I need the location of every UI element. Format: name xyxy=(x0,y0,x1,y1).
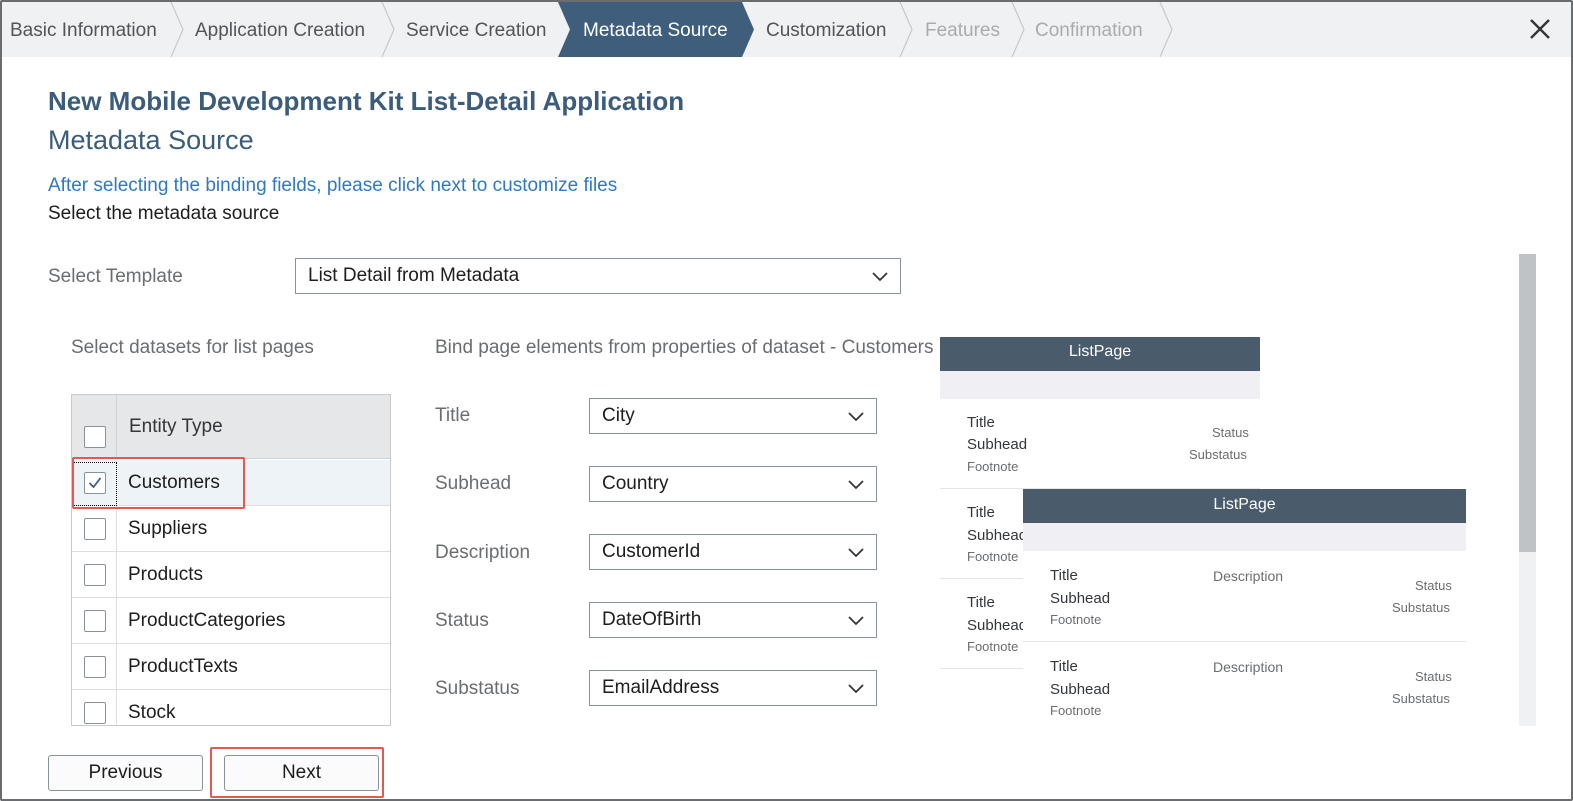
select-all-checkbox[interactable] xyxy=(84,426,106,448)
preview-item-subhead: Subhead xyxy=(1050,681,1111,698)
template-select[interactable]: List Detail from Metadata xyxy=(295,258,901,294)
preview-item-subhead: Subhead xyxy=(967,617,1028,634)
description-select[interactable]: CustomerId xyxy=(589,534,877,570)
row-label: Stock xyxy=(128,702,176,723)
chevron-down-icon xyxy=(848,480,864,490)
step-basic-information[interactable]: Basic Information xyxy=(10,2,157,57)
step-separator xyxy=(1011,2,1025,57)
preview-item-title: Title xyxy=(967,414,995,431)
datasets-label: Select datasets for list pages xyxy=(71,337,314,358)
substatus-select[interactable]: EmailAddress xyxy=(589,670,877,706)
step-application-creation[interactable]: Application Creation xyxy=(195,2,365,57)
field-label-status: Status xyxy=(435,610,489,631)
status-select-value: DateOfBirth xyxy=(602,609,702,630)
subhead-select-value: Country xyxy=(602,473,669,494)
field-label-title: Title xyxy=(435,405,471,426)
bindings-label: Bind page elements from properties of da… xyxy=(435,337,934,358)
status-select[interactable]: DateOfBirth xyxy=(589,602,877,638)
preview-item-footnote: Footnote xyxy=(967,639,1019,654)
preview-item-title: Title xyxy=(1050,567,1078,584)
checkmark-icon xyxy=(88,477,102,489)
table-row-stock[interactable]: Stock xyxy=(72,690,390,725)
step-customization[interactable]: Customization xyxy=(766,2,886,57)
substatus-select-value: EmailAddress xyxy=(602,677,720,698)
title-select-value: City xyxy=(602,405,635,426)
preview-item-footnote: Footnote xyxy=(1050,703,1102,718)
chevron-down-icon xyxy=(848,684,864,694)
row-label: Products xyxy=(128,564,203,585)
entity-type-table: Entity Type Customers Suppliers Products… xyxy=(71,394,391,726)
preview-item-title: Title xyxy=(967,594,995,611)
preview-item-footnote: Footnote xyxy=(967,549,1019,564)
step-metadata-source[interactable]: Metadata Source xyxy=(583,2,728,57)
step-service-creation[interactable]: Service Creation xyxy=(406,2,546,57)
field-label-description: Description xyxy=(435,542,531,563)
preview-item-status: Status xyxy=(1212,425,1249,440)
step-confirmation: Confirmation xyxy=(1035,20,1143,41)
table-header: Entity Type xyxy=(72,395,390,459)
preview-header: ListPage xyxy=(1023,489,1466,523)
table-row-producttexts[interactable]: ProductTexts xyxy=(72,644,390,690)
list-page-preview-front: ListPage Title Subhead Footnote Descript… xyxy=(1023,489,1466,726)
scrollbar-thumb[interactable] xyxy=(1519,254,1536,552)
row-label: Suppliers xyxy=(128,518,208,539)
row-checkbox[interactable] xyxy=(84,702,106,724)
preview-item-substatus: Substatus xyxy=(1189,447,1247,462)
preview-item-substatus: Substatus xyxy=(1392,691,1450,706)
row-checkbox[interactable] xyxy=(84,610,106,632)
field-label-substatus: Substatus xyxy=(435,678,520,699)
chevron-down-icon xyxy=(848,548,864,558)
preview-item-footnote: Footnote xyxy=(1050,612,1102,627)
preview-item-subhead: Subhead xyxy=(967,527,1028,544)
wizard-dialog: Basic Information Application Creation S… xyxy=(0,0,1573,801)
next-button[interactable]: Next xyxy=(224,755,379,791)
preview-item-title: Title xyxy=(967,504,995,521)
column-header-entity-type: Entity Type xyxy=(129,416,223,437)
previous-button[interactable]: Previous xyxy=(48,755,203,791)
step-separator xyxy=(170,2,184,57)
chevron-down-icon xyxy=(848,412,864,422)
preview-item-subhead: Subhead xyxy=(1050,590,1111,607)
template-label: Select Template xyxy=(48,266,183,287)
hint-text: After selecting the binding fields, plea… xyxy=(48,175,618,196)
table-row-products[interactable]: Products xyxy=(72,552,390,598)
chevron-down-icon xyxy=(872,272,888,282)
preview-item-substatus: Substatus xyxy=(1392,600,1450,615)
chevron-down-icon xyxy=(848,616,864,626)
step-separator xyxy=(1159,2,1173,57)
table-row-productcategories[interactable]: ProductCategories xyxy=(72,598,390,644)
preview-item-description: Description xyxy=(1213,568,1284,584)
wizard-step-bar: Basic Information Application Creation S… xyxy=(2,2,1571,57)
template-select-value: List Detail from Metadata xyxy=(308,265,520,286)
page-subtitle: Metadata Source xyxy=(48,125,254,155)
step-separator xyxy=(899,2,913,57)
preview-item-title: Title xyxy=(1050,658,1078,675)
field-label-subhead: Subhead xyxy=(435,473,512,494)
table-row-suppliers[interactable]: Suppliers xyxy=(72,506,390,552)
close-icon[interactable] xyxy=(1525,14,1555,44)
preview-item-status: Status xyxy=(1415,669,1452,684)
row-label: ProductTexts xyxy=(128,656,238,677)
row-checkbox[interactable] xyxy=(84,472,106,494)
row-checkbox[interactable] xyxy=(84,564,106,586)
instruction-text: Select the metadata source xyxy=(48,203,280,224)
row-checkbox[interactable] xyxy=(84,518,106,540)
preview-item-status: Status xyxy=(1415,578,1452,593)
row-label: Customers xyxy=(128,472,220,493)
subhead-select[interactable]: Country xyxy=(589,466,877,502)
preview-item-description: Description xyxy=(1213,659,1284,675)
description-select-value: CustomerId xyxy=(602,541,701,562)
preview-item-footnote: Footnote xyxy=(967,459,1019,474)
preview-item-subhead: Subhead xyxy=(967,436,1028,453)
page-title: New Mobile Development Kit List-Detail A… xyxy=(48,86,685,116)
preview-header: ListPage xyxy=(940,337,1260,371)
step-features: Features xyxy=(925,20,1000,41)
step-separator xyxy=(381,2,395,57)
row-label: ProductCategories xyxy=(128,610,286,631)
table-row-customers[interactable]: Customers xyxy=(72,460,390,506)
row-checkbox[interactable] xyxy=(84,656,106,678)
title-select[interactable]: City xyxy=(589,398,877,434)
